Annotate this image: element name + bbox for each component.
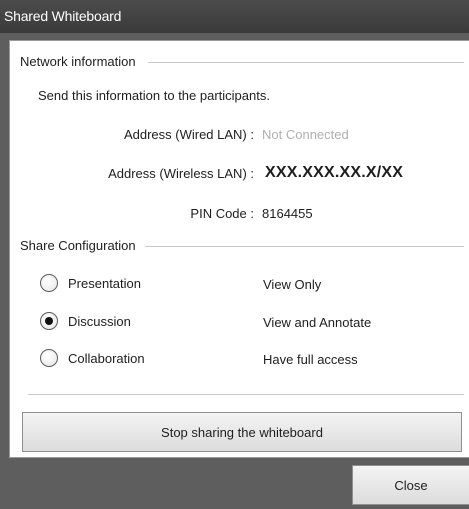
share-section-divider <box>145 246 464 247</box>
stop-sharing-button[interactable]: Stop sharing the whiteboard <box>22 412 462 452</box>
wireless-address-label: Address (Wireless LAN) : <box>108 166 254 181</box>
collaboration-label[interactable]: Collaboration <box>68 351 145 366</box>
radio-presentation[interactable] <box>40 274 58 292</box>
close-button[interactable]: Close <box>352 465 469 505</box>
wireless-address-value: XXX.XXX.XX.X/XX <box>265 164 404 181</box>
instruction-text: Send this information to the participant… <box>38 88 270 103</box>
pin-code-label: PIN Code : <box>190 206 254 221</box>
wired-address-label: Address (Wired LAN) : <box>123 127 254 142</box>
discussion-description: View and Annotate <box>263 315 372 330</box>
presentation-label[interactable]: Presentation <box>68 276 141 291</box>
radio-collaboration[interactable] <box>40 349 58 367</box>
network-section-divider <box>148 62 464 63</box>
title-bar: Shared Whiteboard <box>0 0 469 33</box>
share-section-title: Share Configuration <box>20 238 136 253</box>
presentation-description: View Only <box>263 277 322 292</box>
collaboration-description: Have full access <box>263 352 358 367</box>
button-divider <box>28 394 464 395</box>
network-section-title: Network information <box>20 54 136 69</box>
wired-address-value: Not Connected <box>262 127 349 142</box>
radio-discussion[interactable] <box>40 312 58 330</box>
pin-code-value: 8164455 <box>262 206 313 221</box>
discussion-label[interactable]: Discussion <box>68 314 131 329</box>
radio-selected-dot <box>45 317 53 325</box>
window-title: Shared Whiteboard <box>4 8 122 24</box>
